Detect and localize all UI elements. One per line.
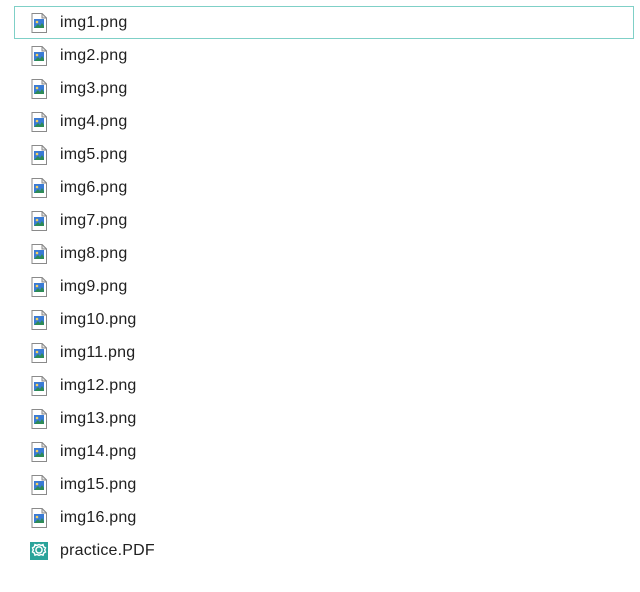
- image-file-icon: [30, 277, 48, 297]
- file-name-label: img7.png: [60, 212, 127, 230]
- file-row[interactable]: img12.png: [14, 369, 640, 402]
- file-name-label: img8.png: [60, 245, 127, 263]
- image-file-icon: [30, 211, 48, 231]
- file-name-label: img3.png: [60, 80, 127, 98]
- file-name-label: img2.png: [60, 47, 127, 65]
- image-file-icon: [30, 475, 48, 495]
- file-name-label: img4.png: [60, 113, 127, 131]
- file-row[interactable]: img16.png: [14, 501, 640, 534]
- file-name-label: img13.png: [60, 410, 137, 428]
- file-row[interactable]: img4.png: [14, 105, 640, 138]
- image-file-icon: [31, 277, 47, 297]
- image-file-icon: [31, 112, 47, 132]
- image-file-icon: [31, 178, 47, 198]
- file-list: img1.png img2.png img3.png img4.png img5: [0, 0, 640, 567]
- image-file-icon: [30, 112, 48, 132]
- file-name-label: img9.png: [60, 278, 127, 296]
- image-file-icon: [31, 442, 47, 462]
- image-file-icon: [31, 475, 47, 495]
- file-row[interactable]: practice.PDF: [14, 534, 640, 567]
- image-file-icon: [30, 442, 48, 462]
- image-file-icon: [31, 46, 47, 66]
- image-file-icon: [30, 79, 48, 99]
- file-row[interactable]: img9.png: [14, 270, 640, 303]
- image-file-icon: [30, 376, 48, 396]
- file-row[interactable]: img15.png: [14, 468, 640, 501]
- file-row[interactable]: img6.png: [14, 171, 640, 204]
- file-row[interactable]: img11.png: [14, 336, 640, 369]
- image-file-icon: [30, 409, 48, 429]
- file-row[interactable]: img13.png: [14, 402, 640, 435]
- image-file-icon: [30, 343, 48, 363]
- image-file-icon: [31, 145, 47, 165]
- file-row[interactable]: img3.png: [14, 72, 640, 105]
- file-row[interactable]: img5.png: [14, 138, 640, 171]
- file-name-label: img10.png: [60, 311, 137, 329]
- image-file-icon: [31, 409, 47, 429]
- pdf-file-icon: [30, 541, 48, 561]
- file-name-label: img12.png: [60, 377, 137, 395]
- file-name-label: img11.png: [60, 344, 135, 362]
- image-file-icon: [31, 310, 47, 330]
- pdf-file-icon: [30, 541, 48, 561]
- image-file-icon: [31, 211, 47, 231]
- image-file-icon: [31, 13, 47, 33]
- file-name-label: img15.png: [60, 476, 137, 494]
- image-file-icon: [31, 376, 47, 396]
- file-row[interactable]: img7.png: [14, 204, 640, 237]
- file-row[interactable]: img10.png: [14, 303, 640, 336]
- image-file-icon: [30, 178, 48, 198]
- image-file-icon: [30, 310, 48, 330]
- image-file-icon: [30, 46, 48, 66]
- image-file-icon: [31, 508, 47, 528]
- file-name-label: img14.png: [60, 443, 137, 461]
- file-name-label: practice.PDF: [60, 542, 155, 560]
- file-row[interactable]: img8.png: [14, 237, 640, 270]
- file-name-label: img1.png: [60, 14, 127, 32]
- file-name-label: img6.png: [60, 179, 127, 197]
- file-row[interactable]: img14.png: [14, 435, 640, 468]
- image-file-icon: [30, 244, 48, 264]
- file-name-label: img16.png: [60, 509, 137, 527]
- image-file-icon: [31, 79, 47, 99]
- file-row[interactable]: img1.png: [14, 6, 634, 39]
- image-file-icon: [31, 244, 47, 264]
- image-file-icon: [30, 145, 48, 165]
- image-file-icon: [30, 13, 48, 33]
- image-file-icon: [31, 343, 47, 363]
- file-name-label: img5.png: [60, 146, 127, 164]
- image-file-icon: [30, 508, 48, 528]
- file-row[interactable]: img2.png: [14, 39, 640, 72]
